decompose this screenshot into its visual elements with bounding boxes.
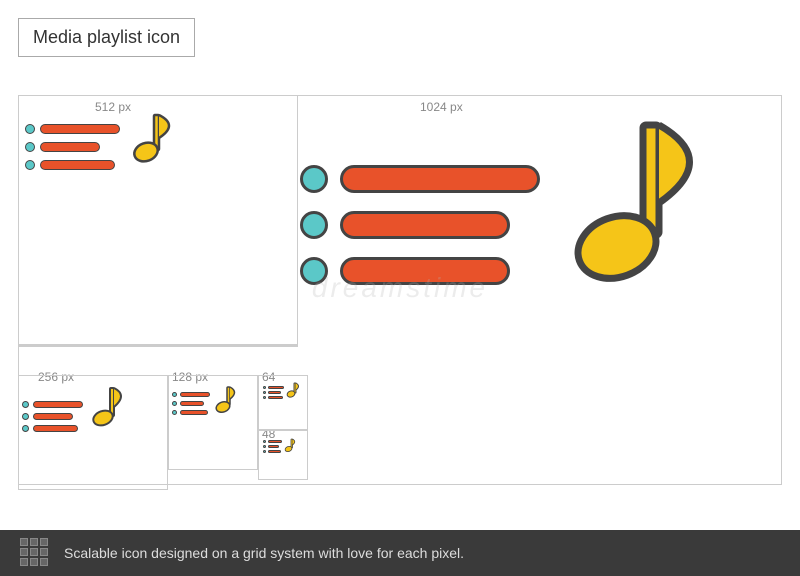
bar-64-2 (268, 391, 281, 394)
bar-128-3 (180, 410, 208, 415)
dot-128-2 (172, 401, 177, 406)
bar-256-2 (33, 413, 73, 420)
small-row-2 (25, 142, 120, 152)
row-48-2 (263, 445, 282, 448)
bar-128-1 (180, 392, 210, 397)
small-dot-3 (25, 160, 35, 170)
large-row-3 (300, 257, 540, 285)
note-256 (88, 385, 126, 435)
grid-cell-9 (40, 558, 48, 566)
bar-64-1 (268, 386, 284, 389)
row-64-2 (263, 391, 284, 394)
divider-line (18, 345, 298, 347)
large-row-2 (300, 211, 540, 239)
grid-cell-5 (30, 548, 38, 556)
row-64-3 (263, 396, 284, 399)
small-dot-1 (25, 124, 35, 134)
large-dot-3 (300, 257, 328, 285)
row-48-1 (263, 440, 282, 443)
dot-48-1 (263, 440, 266, 443)
row-128-2 (172, 401, 210, 406)
dot-64-1 (263, 386, 266, 389)
rows-64 (263, 386, 284, 399)
row-64-1 (263, 386, 284, 389)
large-icon-1024 (300, 115, 715, 295)
grid-cell-3 (40, 538, 48, 546)
dot-128-1 (172, 392, 177, 397)
large-row-1 (300, 165, 540, 193)
bar-256-1 (33, 401, 83, 408)
dot-48-2 (263, 445, 266, 448)
icon-64 (263, 382, 300, 399)
rows-128 (172, 392, 210, 415)
row-256-2 (22, 413, 83, 420)
grid-cell-8 (30, 558, 38, 566)
small-bar-2 (40, 142, 100, 152)
small-music-note (124, 110, 179, 175)
large-dot-2 (300, 211, 328, 239)
small-row-1 (25, 124, 120, 134)
footer-text: Scalable icon designed on a grid system … (64, 545, 464, 561)
small-dot-2 (25, 142, 35, 152)
note-48 (284, 438, 296, 454)
icon-title: Media playlist icon (18, 18, 195, 57)
row-128-3 (172, 410, 210, 415)
bar-48-3 (268, 450, 281, 453)
grid-cell-6 (40, 548, 48, 556)
bar-48-2 (268, 445, 279, 448)
icon-128 (172, 385, 238, 415)
row-256-3 (22, 425, 83, 432)
large-dot-1 (300, 165, 328, 193)
grid-cell-4 (20, 548, 28, 556)
small-bar-1 (40, 124, 120, 134)
small-bar-3 (40, 160, 115, 170)
note-128 (213, 385, 238, 417)
large-rows (300, 165, 540, 295)
large-bar-2 (340, 211, 510, 239)
rows-256 (22, 401, 83, 432)
note-64 (286, 382, 300, 400)
dot-256-3 (22, 425, 29, 432)
dot-128-3 (172, 410, 177, 415)
row-128-1 (172, 392, 210, 397)
bar-48-1 (268, 440, 282, 443)
footer-grid-icon (20, 538, 50, 568)
bar-64-3 (268, 396, 283, 399)
bar-256-3 (33, 425, 78, 432)
dot-256-2 (22, 413, 29, 420)
small-icon-512 (25, 110, 179, 170)
bar-128-2 (180, 401, 204, 406)
icon-48 (263, 438, 296, 453)
small-row-3 (25, 160, 120, 170)
large-music-note (555, 115, 715, 315)
grid-cell-2 (30, 538, 38, 546)
dot-48-3 (263, 450, 266, 453)
icon-256 (22, 385, 126, 432)
dot-64-2 (263, 391, 266, 394)
dot-256-1 (22, 401, 29, 408)
small-rows (25, 124, 120, 170)
large-bar-1 (340, 165, 540, 193)
large-bar-3 (340, 257, 510, 285)
footer: Scalable icon designed on a grid system … (0, 530, 800, 576)
rows-48 (263, 440, 282, 453)
row-256-1 (22, 401, 83, 408)
dot-64-3 (263, 396, 266, 399)
row-48-3 (263, 450, 282, 453)
grid-cell-7 (20, 558, 28, 566)
grid-cell-1 (20, 538, 28, 546)
